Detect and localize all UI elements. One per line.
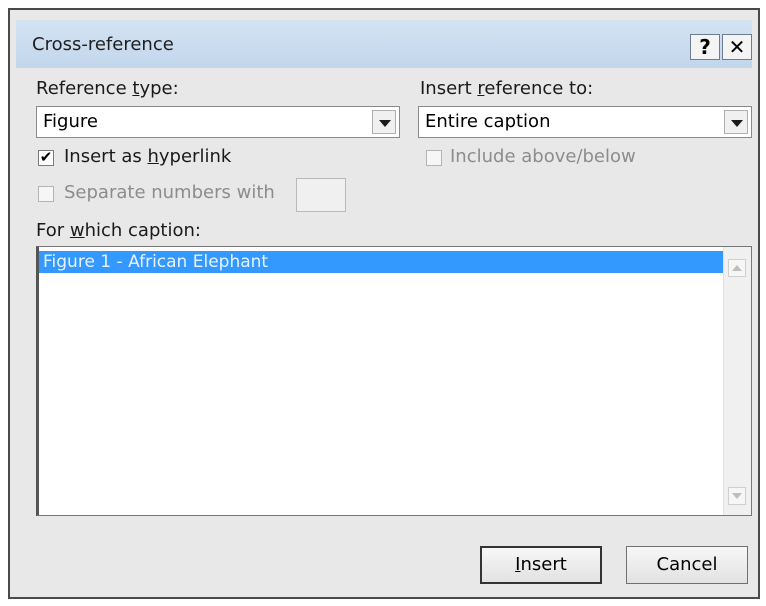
insert-button[interactable]: Insert: [480, 546, 602, 584]
dialog-title: Cross-reference: [32, 34, 174, 55]
close-button[interactable]: ✕: [722, 34, 752, 60]
cancel-button[interactable]: Cancel: [626, 546, 748, 584]
include-above-below-label: Include above/below: [450, 146, 636, 167]
vertical-scrollbar[interactable]: [723, 247, 751, 515]
separator-input[interactable]: [296, 178, 346, 212]
insert-as-hyperlink-checkbox[interactable]: ✔: [38, 150, 54, 166]
scroll-up-icon[interactable]: [728, 259, 746, 277]
insert-reference-to-value: Entire caption: [425, 111, 551, 132]
include-above-below-checkbox[interactable]: [426, 150, 442, 166]
reference-type-value: Figure: [43, 111, 98, 132]
help-button[interactable]: ?: [690, 34, 720, 60]
insert-reference-to-label: Insert reference to:: [420, 78, 594, 99]
reference-type-select[interactable]: Figure: [36, 106, 400, 138]
insert-reference-to-select[interactable]: Entire caption: [418, 106, 752, 138]
insert-as-hyperlink-label: Insert as hyperlink: [64, 146, 232, 167]
separate-numbers-checkbox[interactable]: [38, 186, 54, 202]
caption-list-label: For which caption:: [36, 220, 201, 241]
reference-type-label: Reference type:: [36, 78, 179, 99]
chevron-down-icon[interactable]: [372, 110, 396, 134]
list-item[interactable]: Figure 1 - African Elephant: [39, 251, 723, 273]
separate-numbers-label: Separate numbers with: [64, 182, 275, 203]
caption-listbox[interactable]: Figure 1 - African Elephant: [36, 246, 752, 516]
scroll-down-icon[interactable]: [728, 487, 746, 505]
chevron-down-icon[interactable]: [724, 110, 748, 134]
